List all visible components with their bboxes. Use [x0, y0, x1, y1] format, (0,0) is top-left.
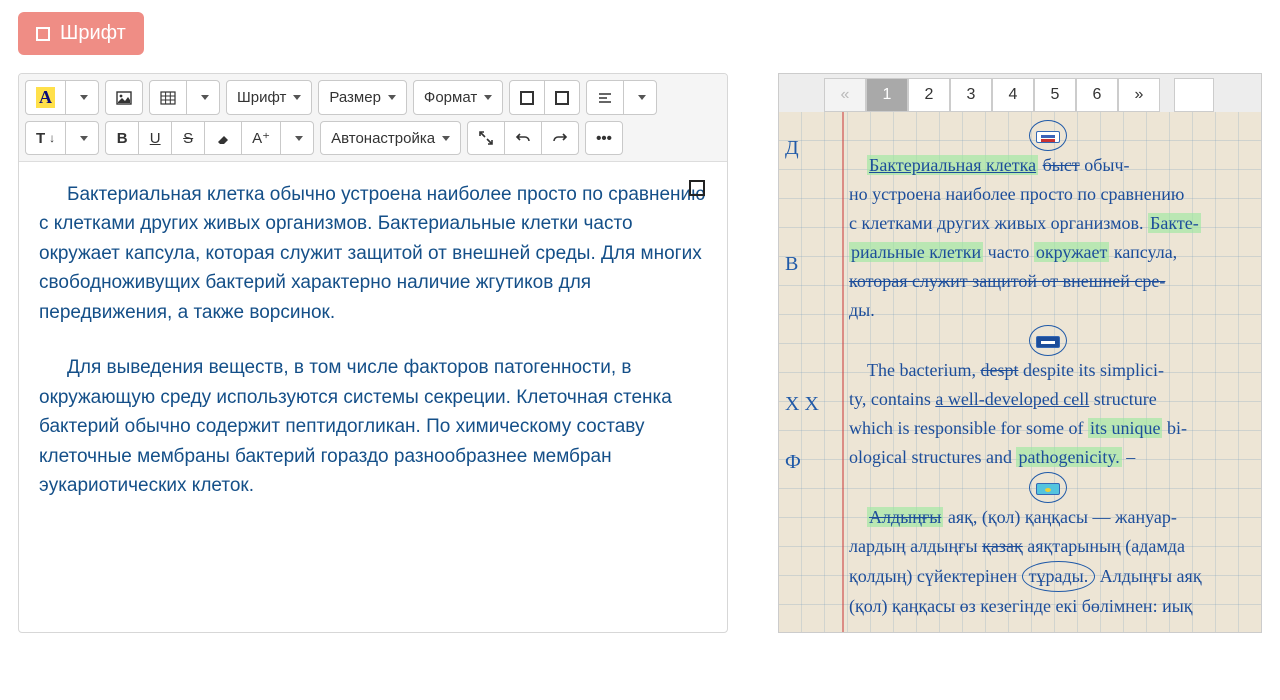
- redo-button[interactable]: [541, 121, 579, 155]
- caret-down-icon: [484, 95, 492, 100]
- pager-page-1[interactable]: 1: [866, 78, 908, 112]
- a-highlight-icon: A: [36, 87, 55, 108]
- more-button[interactable]: •••: [585, 121, 623, 155]
- text-direction-button[interactable]: T↓: [25, 121, 66, 155]
- pager-page-5[interactable]: 5: [1034, 78, 1076, 112]
- text-color-button[interactable]: A: [25, 80, 66, 115]
- editor-paragraph-2: Для выведения веществ, в том числе факто…: [39, 353, 707, 500]
- hw-ru-line-1: Бактериальная клетка быст обыч-: [849, 151, 1247, 180]
- flag-kz-icon: [1036, 483, 1060, 495]
- hw-en-line-3: which is responsible for some of its uni…: [849, 414, 1247, 443]
- maximize-button[interactable]: [509, 80, 545, 115]
- text-color-dropdown[interactable]: [65, 80, 99, 115]
- hw-kz-line-2: лардың алдыңғы қазақ аяқтарының (адамда: [849, 532, 1247, 561]
- font-size-dropdown[interactable]: Размер: [318, 80, 407, 115]
- editor-pane: A Шрифт Размер Формат: [18, 73, 728, 633]
- margin-mark-1: Д: [785, 134, 799, 163]
- caret-down-icon: [201, 95, 209, 100]
- pager-bar: « 1 2 3 4 5 6 »: [779, 74, 1261, 112]
- hw-ru-line-6: ды.: [849, 296, 1247, 325]
- handwritten-page[interactable]: Д В Х Х Ф Бактериальная клетка быст обыч…: [779, 112, 1261, 632]
- hw-kz-line-4: (қол) қаңқасы өз кезегінде екі бөлімнен:…: [849, 592, 1247, 621]
- font-button[interactable]: Шрифт: [18, 12, 144, 55]
- maximize-button-2[interactable]: [544, 80, 580, 115]
- hw-ru-line-2: но устроена наиболее просто по сравнению: [849, 180, 1247, 209]
- hw-en-line-1: The bacterium, despt despite its simplic…: [849, 356, 1247, 385]
- square-icon: [555, 91, 569, 105]
- hw-kz-line-1: Алдыңғы аяқ, (қол) қаңқасы — жануар-: [849, 503, 1247, 532]
- image-button[interactable]: [105, 80, 143, 115]
- pager-page-3[interactable]: 3: [950, 78, 992, 112]
- hw-ru-line-4: риальные клетки часто окружает капсула,: [849, 238, 1247, 267]
- pager-page-6[interactable]: 6: [1076, 78, 1118, 112]
- undo-button[interactable]: [504, 121, 542, 155]
- redo-icon: [552, 130, 568, 146]
- pager-prev[interactable]: «: [824, 78, 866, 112]
- table-button[interactable]: [149, 80, 187, 115]
- font-increase-dropdown[interactable]: [280, 121, 314, 155]
- align-button[interactable]: [586, 80, 624, 115]
- editor-paragraph-1: Бактериальная клетка обычно устроена наи…: [39, 180, 707, 327]
- caret-down-icon: [295, 136, 303, 141]
- pager-page-4[interactable]: 4: [992, 78, 1034, 112]
- square-marker-icon: [689, 180, 705, 196]
- margin-mark-4: Ф: [785, 448, 801, 477]
- margin-mark-2: В: [785, 250, 798, 279]
- caret-down-icon: [80, 136, 88, 141]
- flag-uk-icon: [1036, 336, 1060, 348]
- editor-toolbar: A Шрифт Размер Формат: [19, 74, 727, 162]
- strikethrough-button[interactable]: S: [171, 121, 205, 155]
- caret-down-icon: [293, 95, 301, 100]
- pager: « 1 2 3 4 5 6 »: [824, 78, 1160, 112]
- underline-button[interactable]: U: [138, 121, 172, 155]
- eraser-button[interactable]: [204, 121, 242, 155]
- align-left-icon: [597, 90, 613, 106]
- caret-down-icon: [388, 95, 396, 100]
- square-icon: [520, 91, 534, 105]
- bold-button[interactable]: B: [105, 121, 139, 155]
- margin-mark-3: Х Х: [785, 390, 819, 419]
- eraser-icon: [215, 130, 231, 146]
- pager-extra-box[interactable]: [1174, 78, 1214, 112]
- font-increase-button[interactable]: A⁺: [241, 121, 281, 155]
- hw-ru-line-5: которая служит защитой от внешней сре-: [849, 267, 1247, 296]
- align-dropdown[interactable]: [623, 80, 657, 115]
- expand-icon: [478, 130, 494, 146]
- pager-page-2[interactable]: 2: [908, 78, 950, 112]
- page-margin-line: [842, 112, 844, 632]
- hw-ru-line-3: с клетками других живых организмов. Бакт…: [849, 209, 1247, 238]
- caret-down-icon: [638, 95, 646, 100]
- document-pane: « 1 2 3 4 5 6 » Д В Х Х Ф Бактериальная …: [778, 73, 1262, 633]
- autoadjust-dropdown[interactable]: Автонастройка: [320, 121, 461, 155]
- font-button-label: Шрифт: [60, 22, 126, 45]
- main-row: A Шрифт Размер Формат: [0, 55, 1280, 651]
- editor-content[interactable]: Бактериальная клетка обычно устроена наи…: [19, 162, 727, 592]
- image-icon: [116, 90, 132, 106]
- caret-down-icon: [80, 95, 88, 100]
- font-family-dropdown[interactable]: Шрифт: [226, 80, 312, 115]
- text-direction-dropdown[interactable]: [65, 121, 99, 155]
- square-icon: [36, 27, 50, 41]
- hw-kz-line-3: қолдың) сүйектерінен тұрады. Алдыңғы аяқ: [849, 561, 1247, 592]
- hw-en-line-4: ological structures and pathogenicity. –: [849, 443, 1247, 472]
- fullscreen-button[interactable]: [467, 121, 505, 155]
- format-dropdown[interactable]: Формат: [413, 80, 503, 115]
- hw-en-line-2: ty, contains a well-developed cell struc…: [849, 385, 1247, 414]
- undo-icon: [515, 130, 531, 146]
- pager-next[interactable]: »: [1118, 78, 1160, 112]
- table-dropdown[interactable]: [186, 80, 220, 115]
- caret-down-icon: [442, 136, 450, 141]
- table-icon: [160, 90, 176, 106]
- flag-ru-icon: [1036, 131, 1060, 143]
